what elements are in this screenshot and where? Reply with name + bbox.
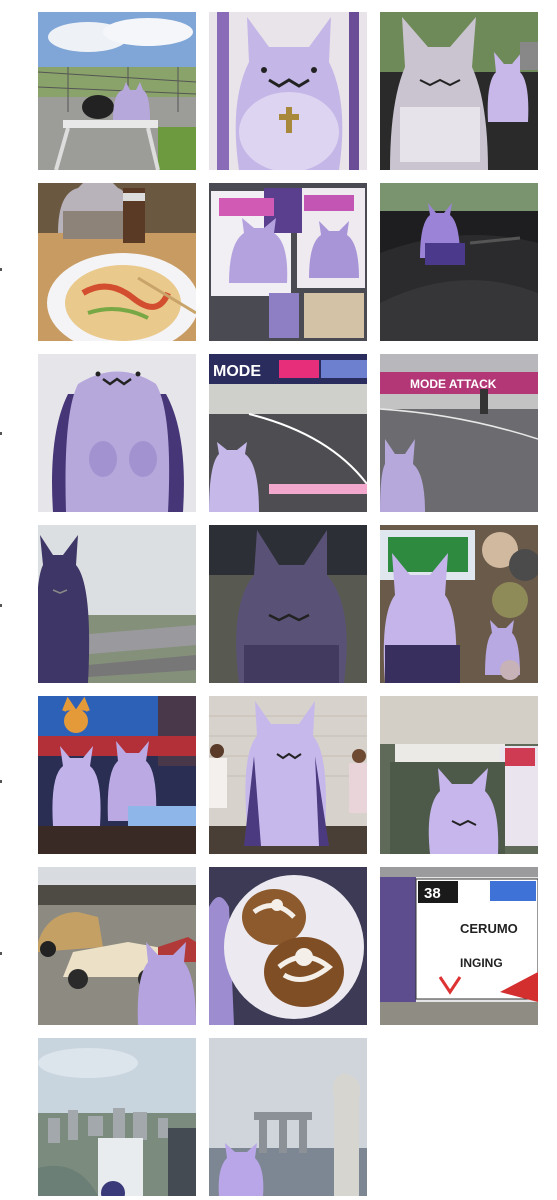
sponsor-number: 38 <box>424 885 441 902</box>
photo-tile[interactable] <box>209 525 367 683</box>
photo-tile[interactable] <box>38 867 196 1025</box>
photo-tile[interactable] <box>38 696 196 854</box>
photo-tile[interactable] <box>38 1038 196 1196</box>
photo-tile[interactable] <box>209 1038 367 1196</box>
photo-tile[interactable] <box>209 696 367 854</box>
photo-tile[interactable] <box>38 354 196 512</box>
photo-tile[interactable] <box>380 12 538 170</box>
photo-tile[interactable]: MODE ATTACK <box>380 354 538 512</box>
sponsor-text: INGING <box>460 956 503 970</box>
photo-tile[interactable] <box>38 525 196 683</box>
photo-tile[interactable] <box>209 183 367 341</box>
photo-grid: MODE MODE ATTACK 38 CERUMO INGING <box>38 12 538 1196</box>
banner-text: MODE <box>213 363 261 380</box>
photo-tile[interactable] <box>38 12 196 170</box>
edge-mark <box>0 432 2 435</box>
banner-text: MODE ATTACK <box>410 377 497 391</box>
edge-mark <box>0 604 2 607</box>
edge-mark <box>0 780 2 783</box>
photo-tile[interactable] <box>209 867 367 1025</box>
sponsor-text: CERUMO <box>460 921 518 936</box>
edge-mark <box>0 268 2 271</box>
photo-tile[interactable]: 38 CERUMO INGING <box>380 867 538 1025</box>
photo-tile[interactable]: MODE <box>209 354 367 512</box>
photo-tile[interactable] <box>380 696 538 854</box>
photo-tile[interactable] <box>209 12 367 170</box>
photo-tile[interactable] <box>380 183 538 341</box>
photo-tile[interactable] <box>38 183 196 341</box>
edge-mark <box>0 952 2 955</box>
photo-tile[interactable] <box>380 525 538 683</box>
